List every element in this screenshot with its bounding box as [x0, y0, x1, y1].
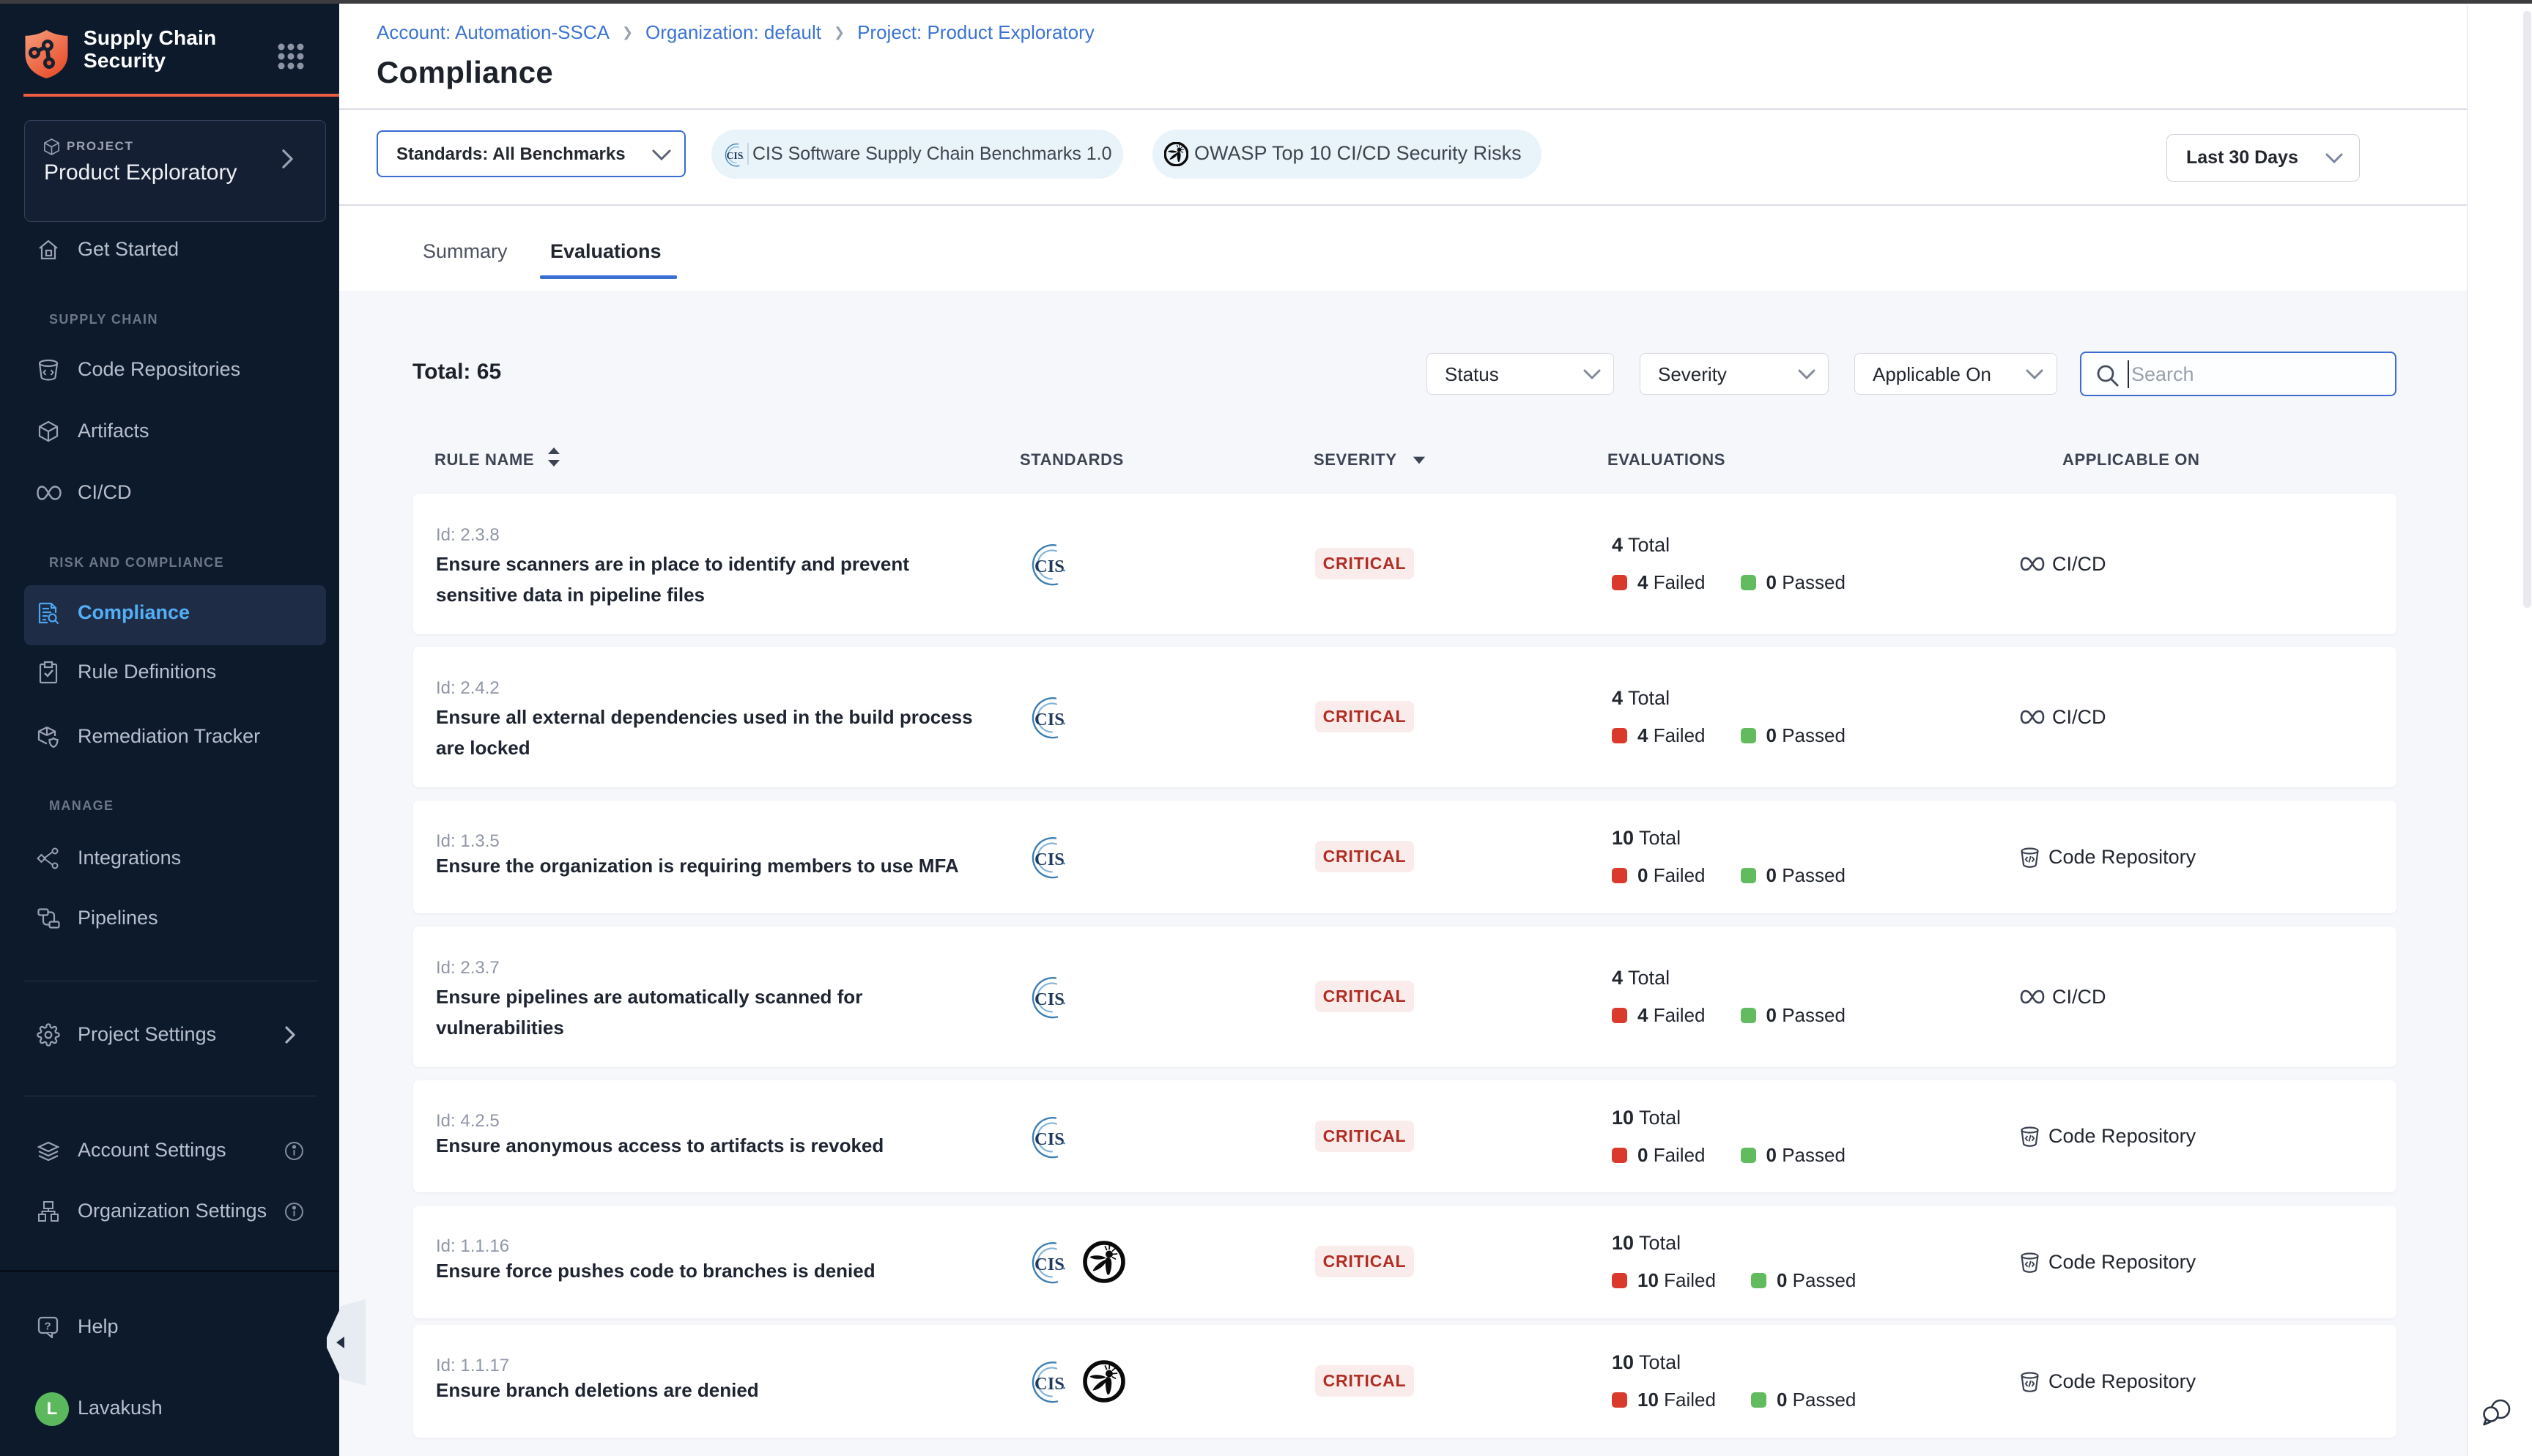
- svg-text:?: ?: [45, 1321, 51, 1333]
